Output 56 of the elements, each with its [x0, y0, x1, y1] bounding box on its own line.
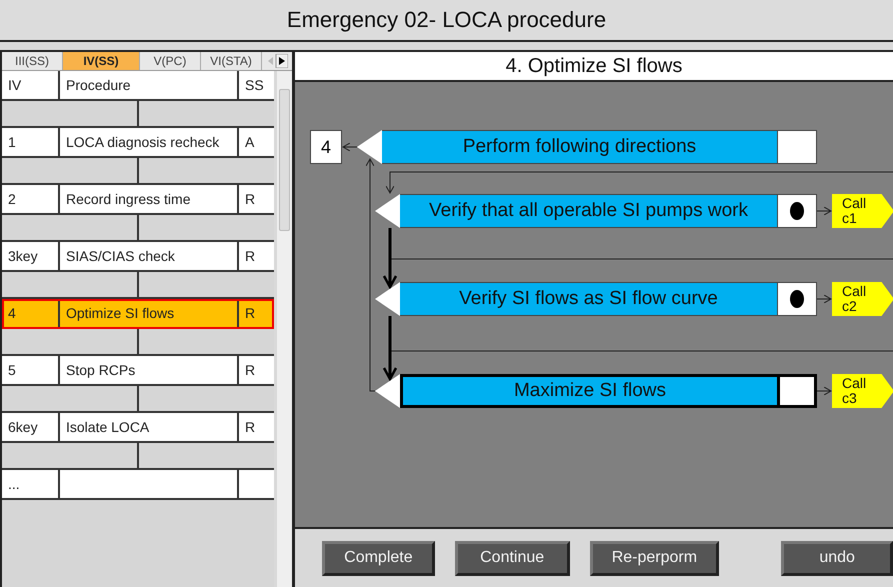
step-number: 5	[8, 362, 16, 378]
status-box[interactable]	[777, 282, 817, 316]
column-header: IV	[2, 71, 60, 99]
column-header: Procedure	[60, 71, 239, 99]
status-code: R	[245, 191, 256, 207]
scrollbar[interactable]	[277, 71, 292, 587]
tab[interactable]: IV(SS)	[63, 52, 140, 70]
scroll-thumb[interactable]	[279, 89, 290, 231]
step-number: 1	[8, 134, 16, 150]
procedure-name: Isolate LOCA	[66, 418, 150, 436]
action-button[interactable]: undo	[781, 540, 893, 576]
status-box[interactable]	[777, 374, 817, 408]
step-number-box: 4	[310, 130, 342, 164]
call-arrow	[816, 206, 832, 216]
procedure-name: Record ingress time	[66, 190, 190, 208]
flow-arrow	[382, 228, 398, 290]
procedure-name: Stop RCPs	[66, 362, 136, 378]
tab[interactable]: V(PC)	[140, 52, 201, 70]
step-number: 4	[8, 305, 16, 321]
call-tag[interactable]: Call c3	[832, 374, 893, 408]
call-tag[interactable]: Call c1	[832, 194, 893, 228]
dot-icon	[790, 202, 804, 220]
call-arrow	[816, 386, 832, 396]
status-code: A	[245, 134, 254, 150]
step-number: 6key	[8, 419, 38, 435]
action-button[interactable]: Complete	[322, 540, 435, 576]
procedure-row[interactable]: 3key SIAS/CIAS check R	[2, 242, 274, 272]
procedure-row[interactable]: 5 Stop RCPs R	[2, 356, 274, 386]
procedure-row[interactable]: 2 Record ingress time R	[2, 185, 274, 215]
status-code: R	[245, 305, 256, 321]
step-number: ...	[8, 476, 20, 492]
step-number: 3key	[8, 248, 38, 264]
window-title: Emergency 02- LOCA procedure	[286, 7, 606, 33]
procedure-name: LOCA diagnosis recheck	[66, 134, 220, 150]
status-code: R	[245, 248, 256, 264]
dot-icon	[790, 290, 804, 308]
flow-arrow	[382, 316, 398, 382]
tab[interactable]: VI(STA)	[201, 52, 262, 70]
action-button[interactable]: Re-perporm	[590, 540, 720, 576]
action-button[interactable]: Continue	[454, 540, 570, 576]
procedure-name: SIAS/CIAS check	[66, 248, 175, 264]
status-code: R	[245, 419, 256, 435]
column-header: SS	[244, 76, 265, 95]
procedure-row[interactable]: 1 LOCA diagnosis recheck A	[2, 128, 274, 158]
procedure-row[interactable]: 6key Isolate LOCA R	[2, 413, 274, 443]
status-box[interactable]	[777, 130, 817, 164]
connector-arrow	[342, 142, 358, 152]
status-box[interactable]	[777, 194, 817, 228]
status-code: R	[245, 362, 256, 378]
call-arrow	[816, 294, 832, 304]
step-title: 4. Optimize SI flows	[506, 54, 682, 78]
call-tag[interactable]: Call c2	[832, 282, 893, 316]
step-number: 2	[8, 191, 16, 207]
procedure-name: Optimize SI flows	[66, 304, 174, 322]
procedure-row[interactable]: 4 Optimize SI flows R	[2, 299, 274, 329]
procedure-row[interactable]: ...	[2, 470, 274, 500]
